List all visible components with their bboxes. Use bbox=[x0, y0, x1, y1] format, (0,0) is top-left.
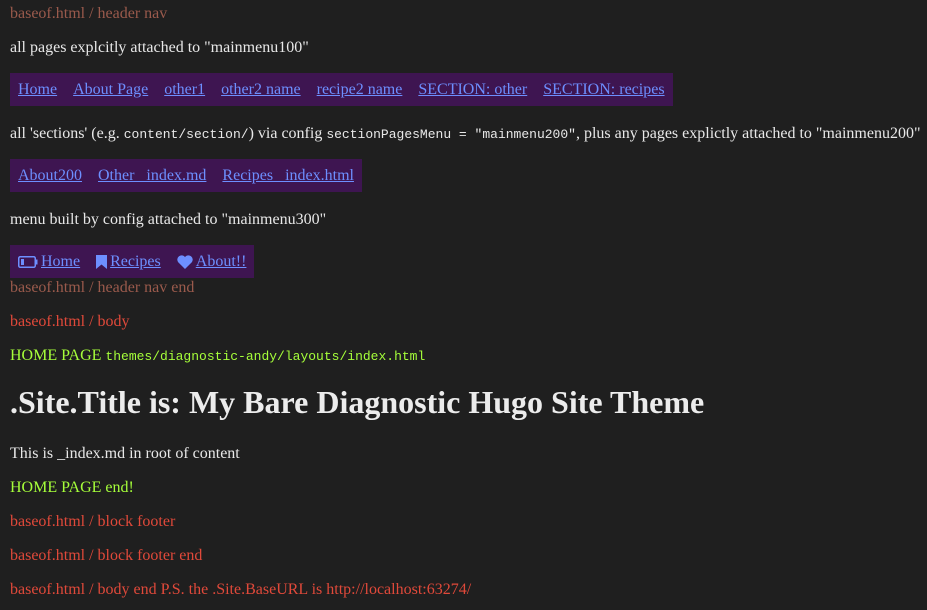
home-page-template-path: themes/diagnostic-andy/layouts/index.htm… bbox=[105, 349, 426, 364]
menu200-caption-code-config: sectionPagesMenu = "mainmenu200" bbox=[326, 127, 576, 142]
menu300-label-recipes: Recipes bbox=[110, 252, 161, 270]
menu100-link-home[interactable]: Home bbox=[18, 81, 57, 99]
menu200-caption-part-b: ) via config bbox=[248, 125, 327, 142]
footer-end-marker: baseof.html / block footer end bbox=[10, 547, 203, 564]
menu200-caption-code-path: content/section/ bbox=[123, 127, 249, 142]
mainmenu300-nav: Home Recipes About!! bbox=[10, 245, 255, 278]
bookmark-icon bbox=[96, 254, 108, 269]
menu300-label-about: About!! bbox=[195, 252, 247, 270]
mainmenu200-nav: About200 Other _index.md Recipes _index.… bbox=[10, 159, 362, 192]
battery-icon bbox=[18, 255, 38, 268]
menu100-link-other1[interactable]: other1 bbox=[164, 81, 205, 99]
header-nav-end-marker: baseof.html / header nav end bbox=[10, 279, 195, 296]
header-nav-start-marker: baseof.html / header nav bbox=[10, 5, 168, 22]
menu100-link-about-page[interactable]: About Page bbox=[73, 81, 148, 99]
menu100-caption: all pages explcitly attached to "mainmen… bbox=[10, 39, 309, 56]
home-page-label: HOME PAGE bbox=[10, 347, 102, 364]
home-page-marker: HOME PAGE themes/diagnostic-andy/layouts… bbox=[10, 347, 425, 365]
menu300-label-home: Home bbox=[41, 252, 81, 270]
mainmenu100-nav: Home About Page other1 other2 name recip… bbox=[10, 73, 673, 106]
body-start-marker: baseof.html / body bbox=[10, 313, 130, 330]
menu300-caption: menu built by config attached to "mainme… bbox=[10, 211, 327, 228]
menu300-link-recipes[interactable]: Recipes bbox=[96, 253, 161, 271]
menu200-link-about200[interactable]: About200 bbox=[18, 167, 82, 185]
menu100-link-other2[interactable]: other2 name bbox=[221, 81, 301, 99]
site-title-heading: .Site.Title is: My Bare Diagnostic Hugo … bbox=[10, 384, 705, 420]
home-content-text: This is _index.md in root of content bbox=[10, 445, 240, 462]
body-end-marker: baseof.html / body end P.S. the .Site.Ba… bbox=[10, 581, 472, 598]
footer-start-marker: baseof.html / block footer bbox=[10, 513, 176, 530]
menu200-link-other[interactable]: Other _index.md bbox=[98, 167, 206, 185]
menu200-link-recipes[interactable]: Recipes _index.html bbox=[222, 167, 354, 185]
menu200-caption-part-a: all 'sections' (e.g. bbox=[10, 125, 124, 142]
menu100-link-recipe2[interactable]: recipe2 name bbox=[317, 81, 403, 99]
home-page-end-marker: HOME PAGE end! bbox=[10, 479, 134, 496]
menu300-link-home[interactable]: Home bbox=[18, 253, 80, 271]
heart-icon bbox=[177, 254, 193, 269]
menu300-link-about[interactable]: About!! bbox=[177, 252, 247, 271]
menu200-caption: all 'sections' (e.g. content/section/) v… bbox=[10, 125, 920, 143]
menu200-caption-part-c: , plus any pages explictly attached to "… bbox=[575, 125, 921, 142]
menu100-link-section-other[interactable]: SECTION: other bbox=[418, 81, 527, 99]
menu100-link-section-recipes[interactable]: SECTION: recipes bbox=[543, 81, 664, 99]
